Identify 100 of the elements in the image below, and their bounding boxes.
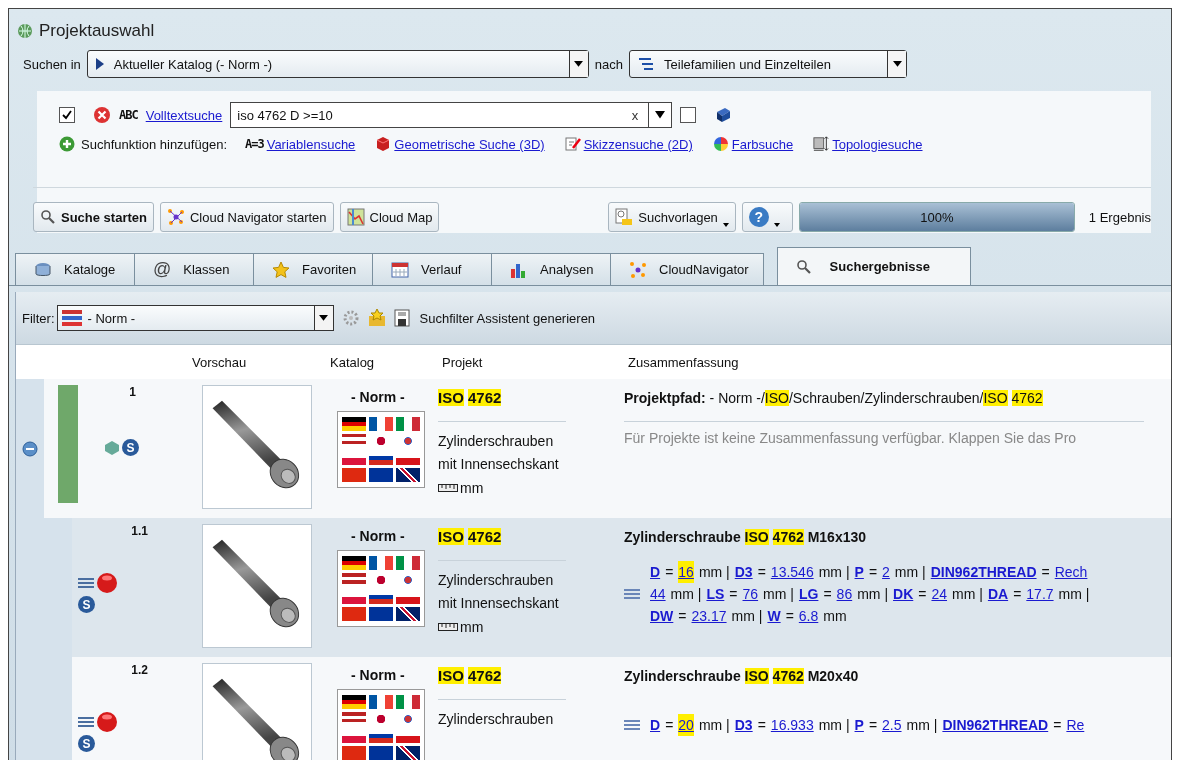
fulltext-search-link[interactable]: Volltextsuche [145,107,223,123]
add-icon[interactable] [59,136,75,152]
separator-text: = [757,716,766,735]
search-function-link[interactable]: Variablensuche [266,136,356,152]
toolbar-button[interactable]: Suche starten [33,202,154,232]
separator-text: = [868,716,878,735]
value-link[interactable]: 17.7 [1026,583,1054,605]
collapse-icon[interactable] [22,441,38,457]
clear-button[interactable]: x [621,107,649,123]
separator-text: mm | [818,563,850,582]
save-icon[interactable] [393,309,412,327]
parameter-link[interactable]: DW [650,605,674,627]
caret-icon [722,223,729,227]
parameter-link[interactable]: LS [706,583,725,605]
target-dropdown[interactable]: Teilefamilien und Einzelteilen [629,50,908,78]
tab[interactable]: Kataloge [15,253,135,285]
tab[interactable]: Suchergebnisse [776,247,971,285]
value-link[interactable]: 13.546 [770,561,814,583]
parameter-link[interactable]: D [650,561,661,583]
globe-icon [17,23,33,39]
search-function-link[interactable]: Topologiesuche [832,136,923,152]
tab[interactable]: Analysen [491,253,611,285]
value-link[interactable]: 16 [678,561,694,583]
folder-star-icon[interactable] [367,309,386,327]
tab[interactable]: CloudNavigator [610,253,764,285]
preview-image[interactable] [202,385,312,509]
value-link[interactable]: 20 [678,714,694,736]
row-number: 1.1 [131,524,148,538]
result-row[interactable] [16,518,1171,657]
parameter-link[interactable]: P [854,714,864,736]
tab[interactable]: @ Klassen [134,253,254,285]
value-link[interactable]: 6.8 [798,605,819,627]
ball-icon [96,711,118,733]
assistant-link[interactable]: Suchfilter Assistent generieren [419,310,596,326]
templates-button[interactable]: Suchvorlagen [608,202,736,232]
parameter-link[interactable]: D [650,714,661,736]
status-badge: S [78,735,95,752]
separator-text: mm | [763,585,794,604]
value-link[interactable]: 16.933 [770,714,814,736]
list-icon [638,56,655,72]
search-function-link[interactable]: Geometrische Suche (3D) [394,136,545,152]
dropdown-caret-icon [568,51,588,77]
separator-text: = [757,563,766,582]
checkbox[interactable] [680,107,697,123]
ruler-icon [438,623,458,631]
checkbox[interactable] [59,107,75,123]
query-field[interactable]: iso 4762 D >=10 x [230,102,673,128]
value-link[interactable]: 76 [742,583,759,605]
separator-text: mm | [818,716,850,735]
value-link[interactable]: 23.17 [691,605,727,627]
separator-text: mm [823,607,847,626]
value-link[interactable]: 86 [836,583,853,605]
parameter-link[interactable]: D3 [734,561,753,583]
search-function-link[interactable]: Skizzensuche (2D) [583,136,693,152]
value-link[interactable]: 2.5 [882,714,902,736]
parameter-link[interactable]: P [854,561,864,583]
sketch-icon [564,136,581,152]
tab[interactable]: Verlauf [372,253,492,285]
value-link[interactable]: 24 [931,583,948,605]
ball-icon [96,572,118,594]
separator-text: mm | [952,585,983,604]
cube-icon [104,439,120,456]
separator-text: mm | [698,563,730,582]
parameter-link[interactable]: DA [987,583,1009,605]
separator-text: mm | [698,716,730,735]
value-link[interactable]: Rech [1054,561,1088,583]
help-button[interactable]: ? [741,202,793,232]
parameter-link[interactable]: W [767,605,781,627]
catalog-dropdown[interactable]: Aktueller Katalog (- Norm -) [86,50,589,78]
parameter-link[interactable]: DIN962THREAD [930,561,1037,583]
separator-text: mm | [670,585,702,604]
column-header[interactable]: Zusammenfassung [628,354,1171,370]
parameter-link[interactable]: LG [798,583,819,605]
parameter-link[interactable]: DK [893,583,914,605]
separator-text: mm | [731,607,763,626]
search-icon [795,258,812,275]
toolbar-button[interactable]: Cloud Map [339,202,440,232]
preview-image[interactable] [202,663,312,760]
column-header[interactable]: Projekt [442,354,628,370]
separator-text: mm | [1058,585,1090,604]
value-link[interactable]: 44 [650,583,666,605]
tab[interactable]: Favoriten [253,253,373,285]
search-icon [40,209,56,225]
separator-text: = [868,563,878,582]
database-icon [34,260,52,279]
ruler-icon [438,484,458,492]
row-number: 1.2 [131,663,148,677]
column-header[interactable]: Katalog [330,354,442,370]
value-link[interactable]: Re [1066,714,1085,736]
column-header[interactable]: Vorschau [188,354,330,370]
search-function-link[interactable]: Farbsuche [731,136,794,152]
remove-icon[interactable] [93,106,111,124]
filter-dropdown[interactable]: - Norm - [56,305,334,331]
lines-icon [78,575,94,591]
network-icon [629,260,647,279]
value-link[interactable]: 2 [882,561,890,583]
preview-image[interactable] [202,524,312,648]
parameter-link[interactable]: D3 [734,714,753,736]
toolbar-button[interactable]: Cloud Navigator starten [160,202,334,232]
parameter-link[interactable]: DIN962THREAD [942,714,1049,736]
